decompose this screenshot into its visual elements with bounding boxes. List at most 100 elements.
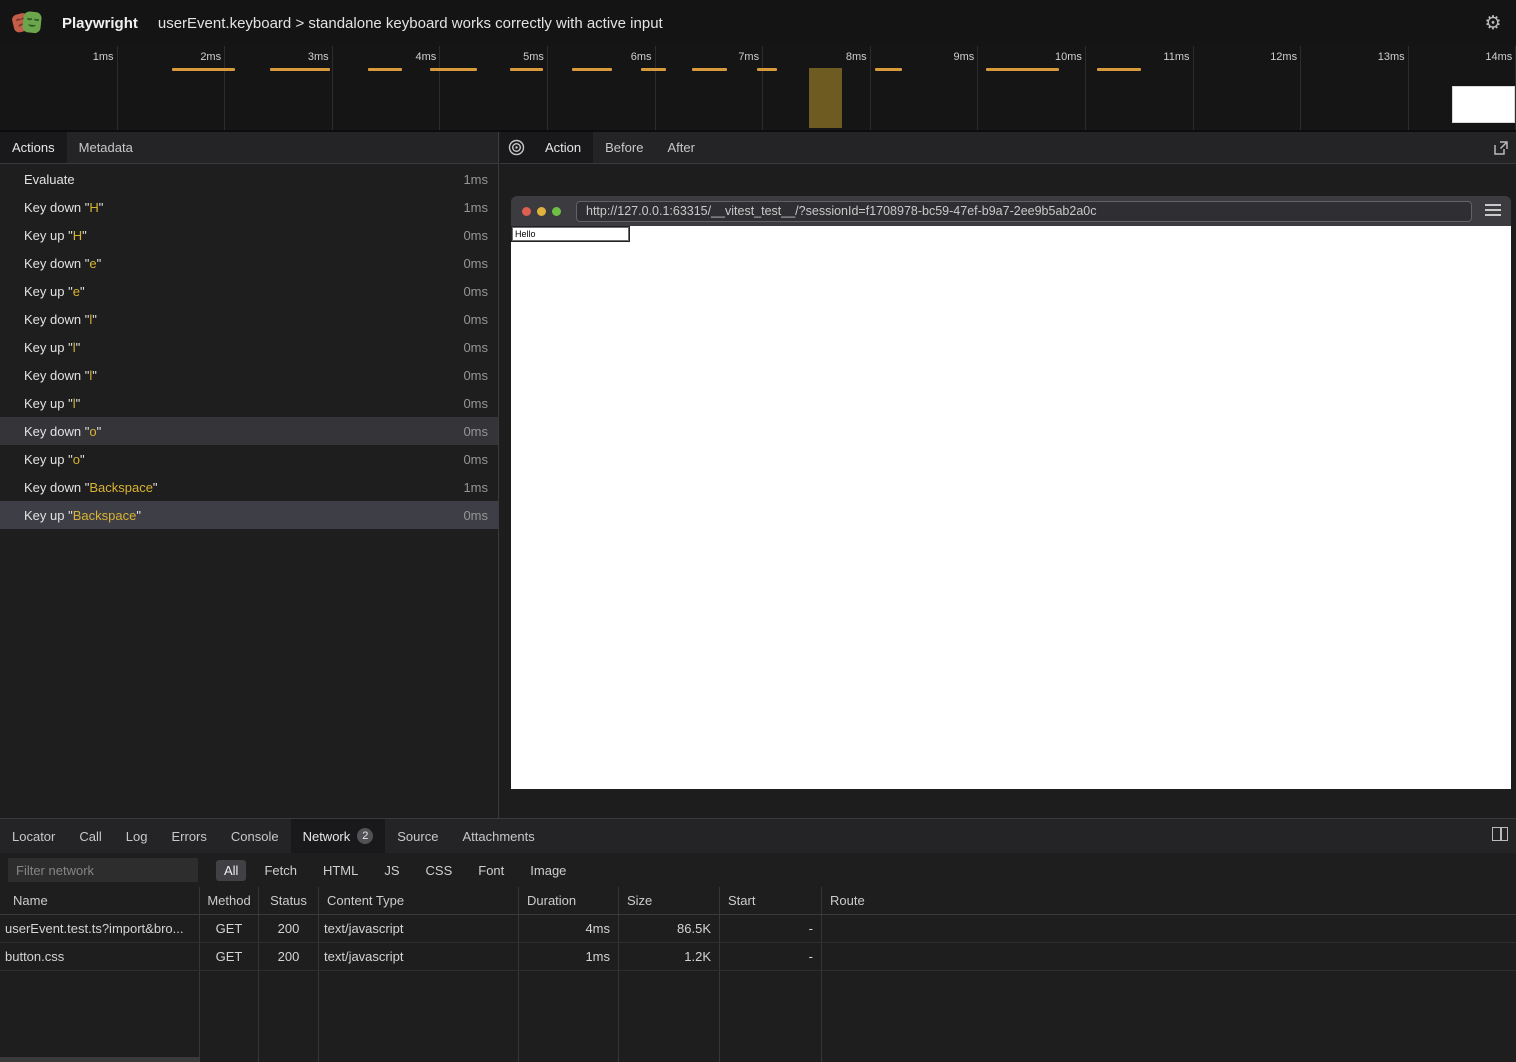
horizontal-scrollbar-thumb[interactable] [0,1057,200,1062]
key-value: Backspace [89,480,153,495]
filter-chip-font[interactable]: Font [470,860,512,881]
action-row[interactable]: Key up "l"0ms [0,333,498,361]
timeline[interactable]: 1ms2ms3ms4ms5ms6ms7ms8ms9ms10ms11ms12ms1… [0,46,1516,132]
filler-column [259,971,319,1062]
open-snapshot-external-icon[interactable] [1492,139,1510,157]
tab-metadata[interactable]: Metadata [67,132,145,163]
tab-actions[interactable]: Actions [0,132,67,163]
timeline-gridline [1300,46,1301,130]
network-filter-row: All Fetch HTML JS CSS Font Image [0,853,1516,887]
action-row[interactable]: Key up "e"0ms [0,277,498,305]
action-duration: 1ms [463,172,498,187]
tab-locator[interactable]: Locator [0,819,67,853]
timeline-tick-label: 3ms [229,51,329,63]
action-row[interactable]: Key down "e"0ms [0,249,498,277]
action-row[interactable]: Key up "Backspace"0ms [0,501,498,529]
snapshot-area[interactable]: http://127.0.0.1:63315/__vitest_test__/?… [500,165,1516,818]
pick-locator-button[interactable] [500,132,533,163]
timeline-selected-range [809,68,842,128]
action-row[interactable]: Key up "H"0ms [0,221,498,249]
action-row[interactable]: Key down "l"0ms [0,305,498,333]
key-value: Backspace [73,508,137,523]
key-value: e [73,284,80,299]
timeline-gridline [870,46,871,130]
cell-route [822,915,1516,942]
timeline-gridline [117,46,118,130]
column-header-name: Name [0,887,200,914]
timeline-tick-label: 11ms [1090,51,1190,63]
snapshot-browser-chrome: http://127.0.0.1:63315/__vitest_test__/?… [511,196,1511,226]
tab-action[interactable]: Action [533,132,593,163]
filter-chip-css[interactable]: CSS [418,860,461,881]
timeline-gridline [1408,46,1409,130]
filler-column [200,971,259,1062]
tab-label: Before [605,140,643,155]
network-filter-input[interactable] [8,858,198,882]
timeline-action-mark [757,68,777,71]
timeline-tick-label: 10ms [982,51,1082,63]
settings-gear-icon[interactable]: ⚙ [1480,10,1506,36]
tab-errors[interactable]: Errors [159,819,218,853]
cell-name: userEvent.test.ts?import&bro... [0,915,200,942]
action-title: Evaluate [0,172,75,187]
action-row[interactable]: Key up "o"0ms [0,445,498,473]
filter-chip-html[interactable]: HTML [315,860,366,881]
cell-method: GET [200,915,259,942]
action-duration: 0ms [463,284,498,299]
tab-call[interactable]: Call [67,819,113,853]
timeline-action-mark [692,68,727,71]
tab-label: Network [303,829,351,844]
tab-log[interactable]: Log [114,819,160,853]
cell-status: 200 [259,915,319,942]
network-table-row[interactable]: button.cssGET200text/javascript1ms1.2K- [0,943,1516,971]
action-duration: 0ms [463,424,498,439]
quote: " [97,424,102,439]
network-table-row[interactable]: userEvent.test.ts?import&bro...GET200tex… [0,915,1516,943]
tab-network[interactable]: Network2 [291,819,386,853]
snapshot-page[interactable]: Hello [511,226,1511,789]
tab-before[interactable]: Before [593,132,655,163]
action-row[interactable]: Key down "o"0ms [0,417,498,445]
column-header-size: Size [619,887,720,914]
tab-source[interactable]: Source [385,819,450,853]
timeline-tick-label: 7ms [659,51,759,63]
toggle-layout-icon[interactable] [1492,827,1508,841]
tab-label: Actions [12,140,55,155]
filter-chip-js[interactable]: JS [376,860,407,881]
filter-chip-all[interactable]: All [216,860,246,881]
timeline-action-mark [572,68,612,71]
actions-tabbar: Actions Metadata [0,132,498,164]
tab-after[interactable]: After [655,132,706,163]
timeline-film-strip-thumbnail [1452,86,1515,123]
snapshot-text-input[interactable]: Hello [512,227,629,241]
action-row[interactable]: Evaluate 1ms [0,165,498,193]
action-row[interactable]: Key down "Backspace"1ms [0,473,498,501]
key-value: o [89,424,96,439]
timeline-action-mark [430,68,477,71]
cell-start: - [720,915,822,942]
tab-attachments[interactable]: Attachments [450,819,546,853]
timeline-tick-label: 1ms [14,51,114,63]
filler-column [0,971,200,1062]
filter-chip-fetch[interactable]: Fetch [256,860,305,881]
snapshot-browser-window: http://127.0.0.1:63315/__vitest_test__/?… [511,196,1511,789]
action-title: Key down "e" [0,256,101,271]
tab-console[interactable]: Console [219,819,291,853]
quote: " [80,284,85,299]
tab-label: Call [79,829,101,844]
filler-column [720,971,822,1062]
filter-chip-image[interactable]: Image [522,860,574,881]
key-value: H [73,228,82,243]
quote: " [82,228,87,243]
timeline-gridline [1193,46,1194,130]
tab-label: After [667,140,694,155]
timeline-tick-label: 6ms [552,51,652,63]
action-row[interactable]: Key up "l"0ms [0,389,498,417]
quote: " [136,508,141,523]
action-row[interactable]: Key down "H"1ms [0,193,498,221]
timeline-tick-label: 4ms [336,51,436,63]
tab-label: Locator [12,829,55,844]
network-table: NameMethodStatusContent TypeDurationSize… [0,887,1516,1062]
action-title: Key up "H" [0,228,87,243]
action-row[interactable]: Key down "l"0ms [0,361,498,389]
